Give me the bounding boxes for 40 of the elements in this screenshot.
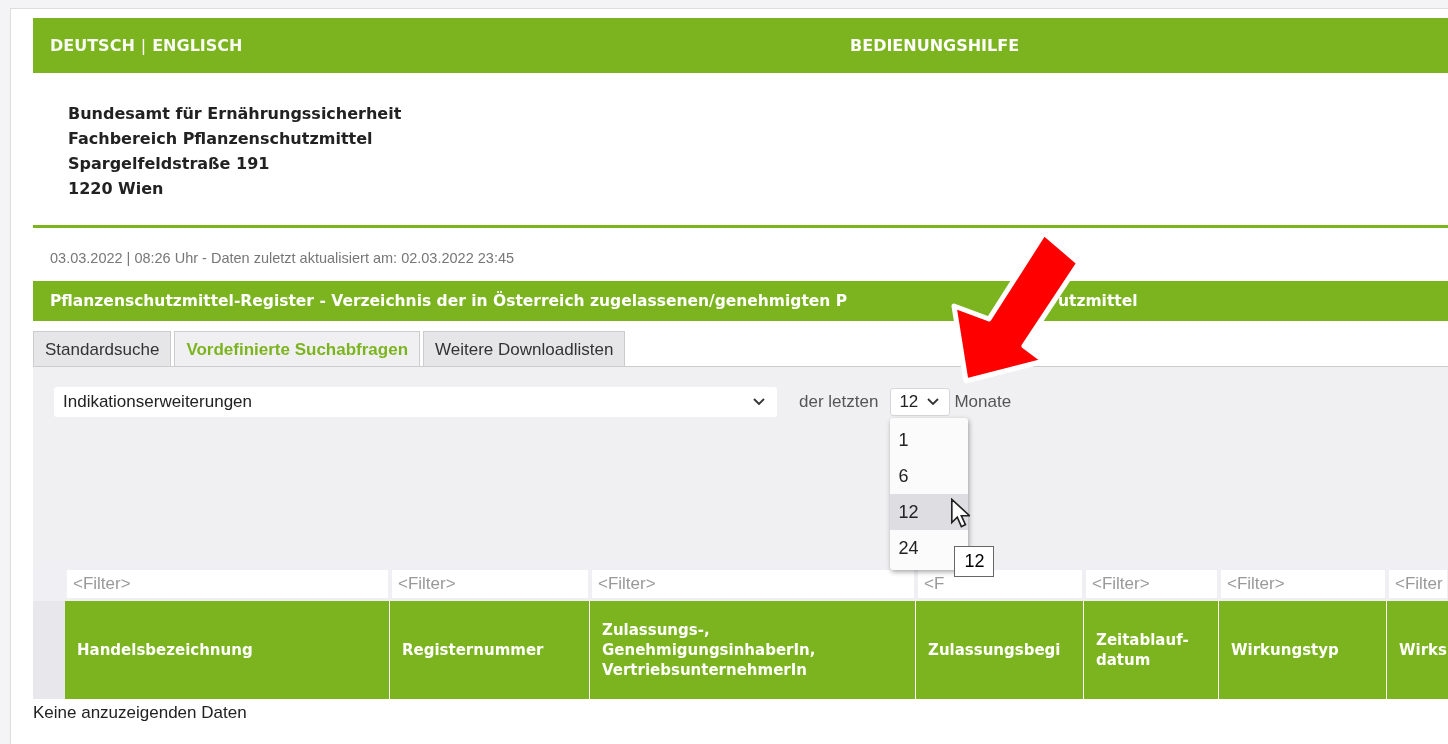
filter-field[interactable]: <F bbox=[918, 570, 1082, 598]
status-text: 03.03.2022 | 08:26 Uhr - Daten zuletzt aktualisiert am: 02.03.2022 23:45 bbox=[49, 249, 516, 268]
dropdown-option[interactable]: 6 bbox=[890, 458, 969, 494]
column-header[interactable]: Wirks bbox=[1387, 601, 1448, 699]
column-header[interactable]: Zulassungs-, GenehmigungsinhaberIn, VertriebsunternehmerIn bbox=[590, 601, 916, 699]
filter-field[interactable]: <Filter> bbox=[1086, 570, 1217, 598]
filter-field[interactable]: <Filter bbox=[1389, 570, 1447, 598]
column-header[interactable]: Zulassungsbegi bbox=[916, 601, 1084, 699]
tab[interactable]: Vordefinierte Suchabfragen bbox=[174, 331, 421, 366]
chevron-down-icon bbox=[927, 398, 940, 406]
address-line: 1220 Wien bbox=[68, 178, 165, 200]
empty-message: Keine anzuzeigenden Daten bbox=[33, 702, 248, 723]
tab[interactable]: Weitere Downloadlisten bbox=[423, 331, 626, 366]
period-prefix: der letzten bbox=[799, 392, 879, 412]
period-suffix: Monate bbox=[954, 392, 1012, 412]
address-line: Spargelfeldstraße 191 bbox=[68, 153, 271, 175]
address-line: Fachbereich Pflanzenschutzmittel bbox=[68, 128, 374, 150]
language-link[interactable]: ENGLISCH bbox=[152, 36, 243, 55]
period-select[interactable]: 12 bbox=[890, 388, 951, 416]
filter-field[interactable]: <Filter> bbox=[1221, 570, 1385, 598]
language-link[interactable]: DEUTSCH bbox=[50, 36, 135, 55]
dropdown-option[interactable]: 12 bbox=[890, 494, 969, 530]
help-link[interactable]: BEDIENUNGSHILFE bbox=[850, 36, 1020, 55]
column-header[interactable]: Handelsbezeichnung bbox=[65, 601, 390, 699]
address-line: Bundesamt für Ernährungssicherheit bbox=[68, 103, 403, 125]
query-select[interactable]: Indikationserweiterungen bbox=[54, 387, 777, 417]
mouse-pointer-icon bbox=[950, 498, 971, 528]
column-header[interactable]: Registernummer bbox=[390, 601, 590, 699]
filter-field[interactable]: <Filter> bbox=[67, 570, 388, 598]
column-header[interactable]: Zeitablauf-datum bbox=[1084, 601, 1219, 699]
filter-field[interactable]: <Filter> bbox=[392, 570, 588, 598]
chevron-down-icon bbox=[753, 398, 765, 406]
tooltip: 12 bbox=[954, 546, 995, 577]
register-title: Pflanzenschutzmittel-Register - Verzeichnis der in Österreich zugelassenen/genehmigten P bbox=[50, 292, 848, 310]
separator: | bbox=[140, 36, 147, 55]
filter-field[interactable]: <Filter> bbox=[592, 570, 914, 598]
tab[interactable]: Standardsuche bbox=[33, 331, 172, 366]
column-header[interactable]: Wirkungstyp bbox=[1219, 601, 1387, 699]
dropdown-option[interactable]: 1 bbox=[890, 422, 969, 458]
register-title: utzmittel bbox=[1058, 292, 1138, 310]
